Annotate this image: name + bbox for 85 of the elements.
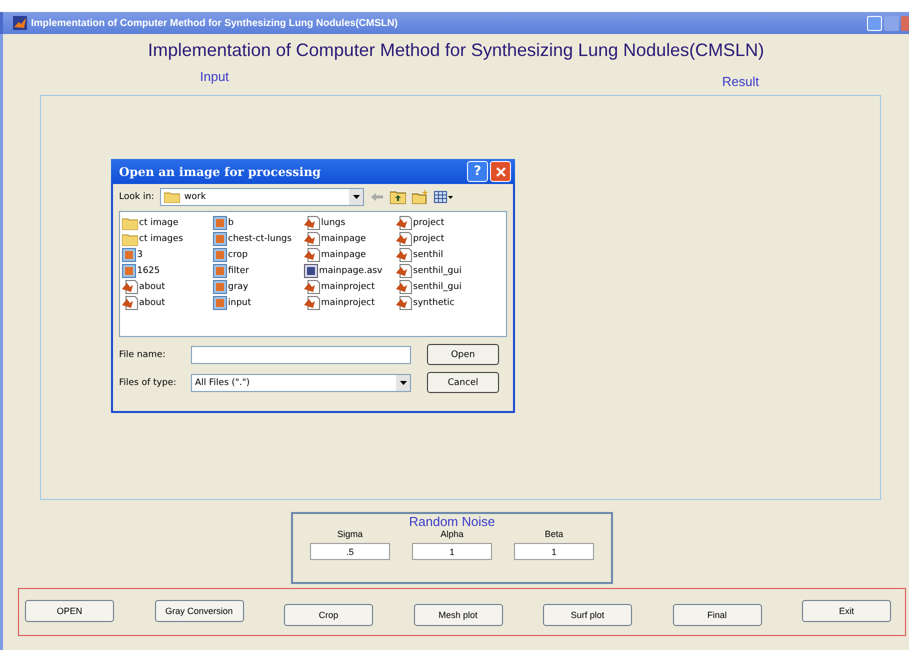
window-title: Implementation of Computer Method for Synthesizing Lung Nodules(CMSLN) (31, 18, 398, 28)
folder-icon (122, 232, 138, 246)
file-item[interactable]: ct images (122, 231, 213, 247)
dropdown-arrow-icon[interactable] (352, 195, 360, 199)
app-heading: Implementation of Computer Method for Synthesizing Lung Nodules(CMSLN) (146, 40, 766, 61)
file-item[interactable]: chest-ct-lungs (213, 231, 304, 247)
action-button[interactable]: Exit (802, 600, 891, 622)
file-item[interactable]: mainproject (304, 279, 396, 295)
autosave-file-icon (304, 264, 318, 278)
script-file-icon (396, 216, 412, 230)
file-item[interactable]: mainpage (304, 247, 396, 263)
script-file-icon (396, 296, 412, 310)
file-item[interactable]: lungs (304, 215, 396, 231)
script-file-icon (304, 216, 320, 230)
image-file-icon (213, 264, 227, 278)
app-icon (13, 16, 27, 30)
script-file-icon (304, 248, 320, 262)
file-item[interactable]: about (122, 295, 213, 311)
dropdown-arrow-icon[interactable] (400, 380, 406, 384)
file-item[interactable]: b (213, 215, 304, 231)
script-file-icon (304, 280, 320, 294)
script-file-icon (304, 232, 320, 246)
file-type-dropdown[interactable]: All Files (".") (191, 374, 411, 392)
file-item[interactable]: synthetic (396, 295, 496, 311)
parameter-label: Sigma (337, 529, 363, 539)
script-file-icon (396, 248, 412, 262)
up-folder-icon[interactable] (390, 190, 406, 204)
parameter-label: Beta (544, 529, 564, 539)
file-item[interactable]: senthil_gui (396, 279, 496, 295)
file-item[interactable]: mainpage (304, 231, 396, 247)
file-item[interactable]: input (213, 295, 304, 311)
action-button[interactable]: Crop (284, 604, 373, 626)
script-file-icon (304, 296, 320, 310)
open-button[interactable]: Open (427, 344, 499, 365)
file-item[interactable]: ct image (122, 215, 213, 231)
action-button[interactable]: Gray Conversion (154, 600, 244, 622)
minimize-button[interactable] (867, 16, 882, 30)
file-item[interactable]: 3 (122, 247, 213, 263)
file-type-label: Files of type: (119, 378, 178, 388)
image-file-icon (213, 296, 227, 310)
script-file-icon (122, 296, 138, 310)
noise-title: Random Noise (408, 514, 496, 529)
parameter-field[interactable]: .5 (310, 543, 390, 560)
image-file-icon (213, 232, 227, 246)
file-item[interactable]: 1625 (122, 263, 213, 279)
dialog-title: Open an image for processing (119, 164, 321, 178)
cancel-button[interactable]: Cancel (427, 372, 499, 393)
close-icon (494, 166, 506, 178)
file-item[interactable]: mainpage.asv (304, 263, 396, 279)
file-name-field[interactable] (191, 346, 411, 364)
file-item[interactable]: senthil (396, 247, 496, 263)
image-file-icon (213, 280, 227, 294)
input-label: Input (200, 69, 229, 86)
image-file-icon (122, 264, 136, 278)
file-item[interactable]: about (122, 279, 213, 295)
script-file-icon (396, 264, 412, 278)
action-button[interactable]: Mesh plot (414, 604, 502, 626)
new-folder-icon[interactable] (412, 190, 428, 204)
folder-icon (122, 216, 138, 230)
help-button[interactable]: ? (467, 161, 488, 182)
file-name-label: File name: (119, 350, 166, 360)
parameter-field[interactable]: 1 (514, 543, 594, 560)
action-button[interactable]: OPEN (25, 600, 114, 622)
file-item[interactable]: gray (213, 279, 304, 295)
script-file-icon (122, 280, 138, 294)
action-button[interactable]: Final (672, 604, 762, 626)
script-file-icon (396, 280, 412, 294)
folder-icon (164, 191, 180, 203)
file-item[interactable]: project (396, 231, 496, 247)
look-in-dropdown[interactable]: work (160, 188, 364, 206)
action-button[interactable]: Surf plot (543, 604, 632, 626)
view-menu-icon[interactable] (434, 191, 454, 203)
look-in-label: Look in: (119, 192, 154, 202)
image-file-icon (122, 248, 136, 262)
file-item[interactable]: mainproject (304, 295, 396, 311)
image-file-icon (213, 216, 227, 230)
file-item[interactable]: filter (213, 263, 304, 279)
script-file-icon (396, 232, 412, 246)
result-label: Result (722, 74, 759, 89)
parameter-field[interactable]: 1 (412, 543, 492, 560)
parameter-label: Alpha (440, 529, 464, 539)
file-item[interactable]: project (396, 215, 496, 231)
file-item[interactable]: senthil_gui (396, 263, 496, 279)
image-file-icon (213, 248, 227, 262)
file-item[interactable]: crop (213, 247, 304, 263)
